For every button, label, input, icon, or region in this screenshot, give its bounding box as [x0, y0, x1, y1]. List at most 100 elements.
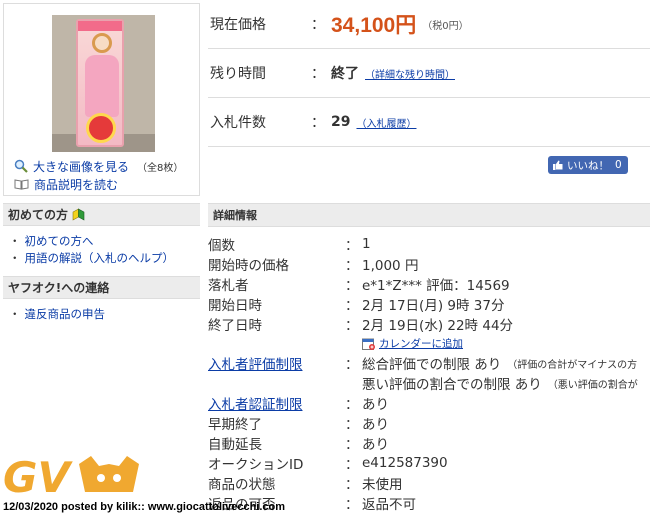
- eval-limit-note-2: （悪い評価の割合が: [547, 379, 638, 391]
- like-label: いいね！: [567, 159, 609, 172]
- add-to-calendar-link[interactable]: カレンダーに追加: [379, 336, 463, 351]
- colon: ：: [345, 277, 359, 294]
- detailed-time-link[interactable]: （詳細な残り時間）: [365, 66, 455, 81]
- detail-row: 落札者 ： e*1*Z*** 評価：14569: [208, 274, 650, 294]
- early-end-label: 早期終了: [208, 416, 262, 433]
- colon: ：: [345, 456, 359, 473]
- colon: ：: [345, 317, 359, 334]
- detail-row: 開始日時 ： 2月 17日(月) 9時 37分: [208, 294, 650, 314]
- facebook-like-button[interactable]: いいね！ 0: [548, 156, 628, 174]
- beginner-mark-icon: [72, 208, 85, 221]
- start-date-value: 2月 17日(月) 9時 37分: [362, 297, 505, 314]
- contact-list: ・ 違反商品の申告: [3, 299, 200, 322]
- remaining-time-value: 終了: [331, 66, 359, 82]
- current-price-row: 現在価格 ： 34,100円 （税0円）: [208, 0, 650, 49]
- gv-watermark-logo: GV: [3, 453, 139, 498]
- bid-count-row: 入札件数 ： 29 （入札履歴）: [208, 98, 650, 147]
- thumbs-up-icon: [553, 160, 563, 170]
- detail-row: 自動延長 ： あり: [208, 433, 650, 453]
- contact-section-title: ヤフオク!への連絡: [8, 281, 110, 295]
- colon: ：: [345, 397, 359, 414]
- eval-limit-note: （評価の合計がマイナスの方: [507, 359, 638, 371]
- details-header: 詳細情報: [208, 203, 650, 227]
- condition-value: 未使用: [362, 476, 403, 493]
- detail-row: 入札者評価制限 ： 総合評価での制限 あり （評価の合計がマイナスの方: [208, 353, 650, 373]
- beginner-section-header: 初めての方: [3, 203, 200, 226]
- remaining-time-label: 残り時間: [210, 66, 266, 82]
- image-links: 大きな画像を見る （全8枚） 商品説明を読む: [14, 157, 183, 193]
- current-price-value: 34,100円: [331, 14, 417, 37]
- start-date-label: 開始日時: [208, 297, 262, 314]
- detail-row: 終了日時 ： 2月 19日(水) 22時 44分: [208, 314, 650, 334]
- right-column: 現在価格 ： 34,100円 （税0円） 残り時間 ： 終了 （詳細な残り時間）…: [208, 0, 650, 513]
- calendar-row: カレンダーに追加: [208, 333, 650, 353]
- gv-logo-text: GV: [3, 453, 73, 498]
- book-icon: [14, 179, 29, 190]
- end-date-value: 2月 19日(水) 22時 44分: [362, 317, 514, 334]
- doll-head: [92, 33, 112, 53]
- start-price-label: 開始時の価格: [208, 257, 289, 274]
- current-price-label: 現在価格: [210, 17, 266, 33]
- like-count: 0: [615, 159, 622, 171]
- quantity-label: 個数: [208, 237, 235, 254]
- colon: ：: [345, 257, 359, 274]
- returns-value: 返品不可: [362, 496, 416, 513]
- bullet: ・: [9, 250, 21, 265]
- list-item: ・ 初めての方へ: [9, 232, 200, 249]
- colon: ：: [311, 66, 325, 82]
- colon: ：: [345, 416, 359, 433]
- glossary-link[interactable]: 用語の解説（入札のヘルプ）: [25, 250, 175, 266]
- magnifier-icon: [14, 159, 28, 173]
- condition-label: 商品の状態: [208, 476, 276, 493]
- bidder-eval-limit-link[interactable]: 入札者評価制限: [208, 353, 345, 373]
- tax-note: （税0円）: [422, 20, 469, 32]
- list-item: ・ 違反商品の申告: [9, 305, 200, 322]
- calendar-icon: [362, 338, 375, 350]
- early-end-value: あり: [362, 416, 389, 433]
- beginner-guide-link[interactable]: 初めての方へ: [25, 233, 94, 249]
- colon: ：: [345, 237, 359, 254]
- doll-box-band: [78, 21, 122, 31]
- contact-section-header: ヤフオク!への連絡: [3, 276, 200, 299]
- details-title: 詳細情報: [213, 209, 257, 222]
- list-item: ・ 用語の解説（入札のヘルプ）: [9, 249, 200, 266]
- enlarge-image-link[interactable]: 大きな画像を見る: [33, 158, 129, 175]
- detail-row: 商品の状態 ： 未使用: [208, 473, 650, 493]
- report-violation-link[interactable]: 違反商品の申告: [25, 306, 106, 322]
- product-image-box: 大きな画像を見る （全8枚） 商品説明を読む: [3, 3, 200, 196]
- doll-badge: [86, 113, 116, 143]
- auto-extension-value: あり: [362, 436, 389, 453]
- detail-row: 個数 ： 1: [208, 234, 650, 254]
- like-widget: いいね！ 0: [548, 156, 628, 174]
- auction-id-value: e412587390: [362, 454, 448, 471]
- doll-body: [85, 55, 119, 117]
- bidder-auth-limit-link[interactable]: 入札者認証制限: [208, 393, 345, 413]
- colon: ：: [311, 115, 325, 131]
- bullet: ・: [9, 233, 21, 248]
- remaining-time-row: 残り時間 ： 終了 （詳細な残り時間）: [208, 49, 650, 98]
- left-column: 大きな画像を見る （全8枚） 商品説明を読む 初めての方 ・ 初めての方へ ・: [3, 3, 200, 322]
- detail-row: オークションID ： e412587390: [208, 453, 650, 473]
- watermark-caption: 12/03/2020 posted by kilik:: www.giocatt…: [3, 501, 286, 513]
- read-description-link[interactable]: 商品説明を読む: [34, 176, 118, 193]
- colon: ：: [345, 496, 359, 513]
- winner-label: 落札者: [208, 277, 249, 294]
- auction-id-label: オークションID: [208, 456, 304, 473]
- winner-value: e*1*Z*** 評価：14569: [362, 277, 510, 294]
- colon: ：: [345, 357, 359, 374]
- eval-limit-value: 総合評価での制限 あり: [362, 357, 502, 374]
- auto-extension-label: 自動延長: [208, 436, 262, 453]
- image-count: （全8枚）: [137, 162, 184, 174]
- bid-history-link[interactable]: （入札履歴）: [356, 115, 416, 130]
- detail-row: 開始時の価格 ： 1,000 円: [208, 254, 650, 274]
- bid-count-label: 入札件数: [210, 115, 266, 131]
- details-table: 個数 ： 1 開始時の価格 ： 1,000 円 落札者 ： e*1*Z*** 評…: [208, 234, 650, 513]
- colon: ：: [345, 436, 359, 453]
- beginner-section-title: 初めての方: [8, 208, 69, 222]
- auth-limit-value: あり: [362, 397, 389, 414]
- product-photo[interactable]: [52, 15, 155, 152]
- colon: ：: [311, 17, 325, 33]
- end-date-label: 終了日時: [208, 317, 262, 334]
- start-price-value: 1,000 円: [362, 257, 419, 274]
- colon: ：: [345, 297, 359, 314]
